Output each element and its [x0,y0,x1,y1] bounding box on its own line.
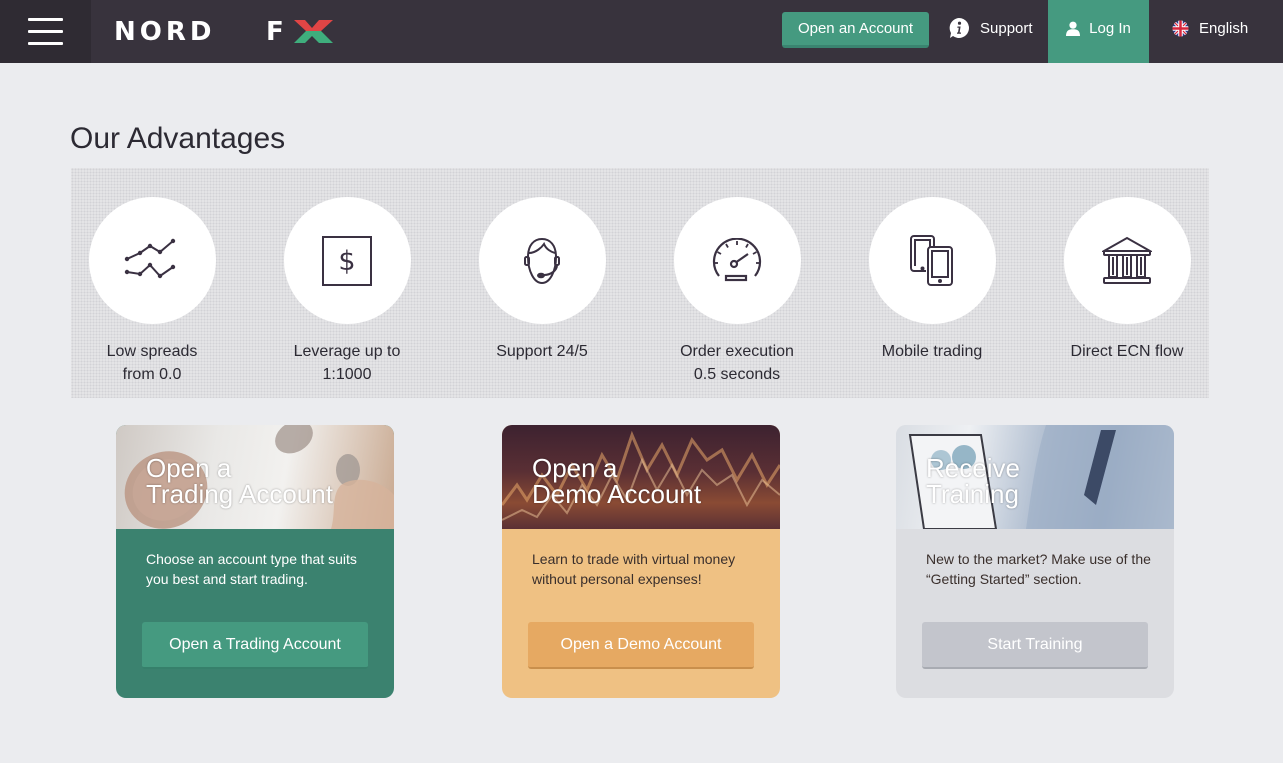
advantage-direct-ecn: Direct ECN flow [1047,197,1207,363]
advantage-label-line1: Direct ECN flow [1070,343,1184,360]
speedometer-icon [712,237,762,281]
nordfx-logo[interactable]: NORD F [114,17,336,47]
advantage-icon-circle [88,197,216,324]
advantage-label: Support 24/5 [462,340,622,363]
login-label: Log In [1089,20,1131,37]
start-training-button[interactable]: Start Training [922,622,1148,669]
logo-text-f: F [266,17,284,47]
card-title-line1: Open a [532,453,618,483]
hamburger-icon-bar [28,30,63,33]
card-description: Learn to trade with virtual money withou… [532,551,736,587]
button-label: Start Training [987,635,1083,653]
svg-text:$: $ [338,246,355,277]
advantage-icon-circle [868,197,996,324]
dollar-icon: $ [322,235,372,286]
support-link[interactable]: Support [948,0,1033,56]
advantages-panel: Low spreads from 0.0 $ Leverage up to 1:… [71,168,1209,398]
hamburger-icon-bar [28,42,63,45]
line-chart-icon [124,238,176,278]
language-selector[interactable]: English [1172,0,1248,56]
card-title-line2: Training [926,479,1019,509]
menu-button[interactable] [0,0,91,63]
open-account-button[interactable]: Open an Account [782,12,929,48]
headset-operator-icon [524,237,560,284]
advantage-support: Support 24/5 [462,197,622,363]
hamburger-icon [28,18,63,21]
open-trading-account-button[interactable]: Open a Trading Account [142,622,368,669]
card-image-coins: Open a Trading Account [116,425,394,529]
advantage-icon-circle [478,197,606,324]
card-title: Open a Demo Account [532,455,701,507]
login-button[interactable]: Log In [1048,0,1149,63]
advantage-label-line1: Mobile trading [881,343,983,360]
advantage-label-line1: Order execution [680,343,794,360]
advantage-label: Low spreads from 0.0 [72,340,232,386]
support-label: Support [980,19,1033,37]
button-label: Open a Trading Account [169,635,341,653]
card-image-presenter: Receive Training [896,425,1174,530]
advantage-label: Leverage up to 1:1000 [267,340,427,386]
advantage-mobile-trading: Mobile trading [852,197,1012,363]
card-title-line1: Open a [146,453,232,483]
advantage-label-line2: from 0.0 [122,366,182,383]
open-account-label: Open an Account [797,20,914,37]
card-demo-account: Open a Demo Account Learn to trade with … [502,425,780,698]
advantage-label-line2: 0.5 seconds [693,366,781,383]
card-image-chart: Open a Demo Account [502,425,780,529]
card-title-line1: Receive [926,453,1020,483]
advantage-label: Order execution 0.5 seconds [657,340,817,386]
advantage-label-line1: Low spreads [106,343,198,360]
logo-x-mark [294,20,333,43]
info-bubble-icon [949,18,969,38]
top-navbar: NORD F Open an Account Support Log In En… [0,0,1283,63]
advantage-label-line2: 1:1000 [322,366,372,383]
card-description: Choose an account type that suits you be… [146,551,357,587]
advantage-leverage: $ Leverage up to 1:1000 [267,197,427,386]
card-title-line2: Trading Account [146,479,333,509]
advantage-icon-circle [1063,197,1191,324]
card-description: New to the market? Make use of the “Gett… [926,551,1151,587]
advantage-label: Direct ECN flow [1047,340,1207,363]
card-trading-account: Open a Trading Account Choose an account… [116,425,394,698]
card-title: Receive Training [926,455,1020,507]
card-title: Open a Trading Account [146,455,333,507]
advantage-order-execution: Order execution 0.5 seconds [657,197,817,386]
advantage-label-line1: Support 24/5 [496,343,588,360]
advantage-icon-circle [673,197,801,324]
bank-icon [1102,236,1152,284]
advantage-low-spreads: Low spreads from 0.0 [72,197,232,386]
advantage-icon-circle: $ [283,197,411,324]
user-icon [1066,21,1081,36]
mobile-devices-icon [910,234,953,286]
card-title-line2: Demo Account [532,479,702,509]
advantage-label: Mobile trading [852,340,1012,363]
advantage-label-line1: Leverage up to [293,343,401,360]
logo-text-nord: NORD [114,17,215,47]
open-demo-account-button[interactable]: Open a Demo Account [528,622,754,669]
section-title: Our Advantages [70,122,286,155]
language-label: English [1199,19,1249,37]
button-label: Open a Demo Account [560,635,722,653]
uk-flag-icon [1172,20,1189,36]
card-training: Receive Training New to the market? Make… [896,425,1174,698]
